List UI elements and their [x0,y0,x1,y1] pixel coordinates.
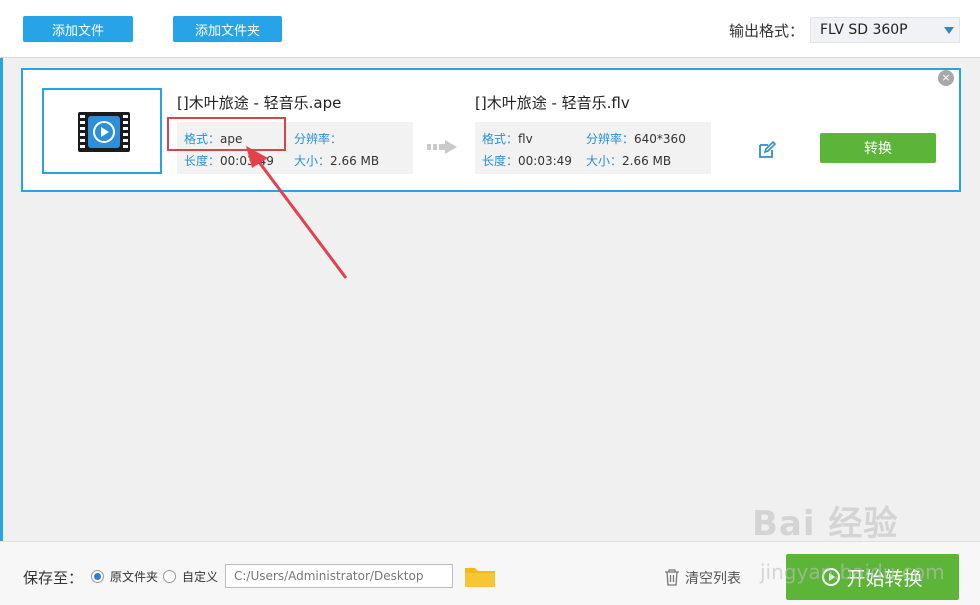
radio-original-folder-label: 原文件夹 [110,570,159,584]
target-duration-key: 长度： [482,154,519,168]
target-resolution-key: 分辨率： [586,132,635,146]
target-size-value: 2.66 MB [622,154,672,168]
source-duration-value: 00:03:49 [220,154,274,168]
watermark-logo: Bai 经验 [752,504,899,544]
target-file-name: []木叶旅途 - 轻音乐.flv [475,94,630,112]
target-info-panel: 格式：flv 分辨率：640*360 长度：00:03:49 大小：2.66 M… [475,122,711,174]
toolbar: 添加文件 添加文件夹 输出格式： FLV SD 360P [0,0,980,58]
highlight-box [167,117,286,151]
source-file-name: []木叶旅途 - 轻音乐.ape [177,94,342,112]
convert-button[interactable]: 转换 [820,133,936,163]
radio-custom-folder-label: 自定义 [182,570,219,584]
close-icon[interactable]: × [938,70,954,86]
folder-icon[interactable] [464,564,496,588]
task-card: []木叶旅途 - 轻音乐.ape 格式：ape 分辨率： 长度：00:03:49… [21,68,961,192]
save-to-label: 保存至： [23,569,84,587]
add-file-button[interactable]: 添加文件 [23,16,133,42]
convert-direction-icon [427,140,457,154]
left-edge-accent [0,58,3,541]
output-format-select[interactable]: FLV SD 360P [810,17,960,43]
video-file-icon [78,112,130,152]
chevron-down-icon [944,27,954,34]
output-path-input[interactable]: C:/Users/Administrator/Desktop [225,564,453,588]
video-thumbnail[interactable] [42,88,162,174]
target-format-value: flv [518,132,533,146]
trash-icon[interactable] [664,568,680,586]
target-duration-value: 00:03:49 [518,154,572,168]
watermark-url: jingyan.baidu.com [760,560,945,584]
add-folder-button[interactable]: 添加文件夹 [173,16,282,42]
target-resolution-value: 640*360 [634,132,686,146]
radio-custom-folder[interactable] [163,570,176,583]
edit-icon[interactable] [757,140,777,160]
clear-list-button[interactable]: 清空列表 [685,568,741,588]
radio-original-folder[interactable] [91,570,104,583]
output-format-label: 输出格式： [729,22,805,40]
source-size-key: 大小： [294,154,331,168]
source-duration-key: 长度： [184,154,221,168]
output-format-value: FLV SD 360P [820,22,908,38]
target-format-key: 格式： [482,132,519,146]
source-resolution-key: 分辨率： [294,132,343,146]
target-size-key: 大小： [586,154,623,168]
source-size-value: 2.66 MB [330,154,380,168]
